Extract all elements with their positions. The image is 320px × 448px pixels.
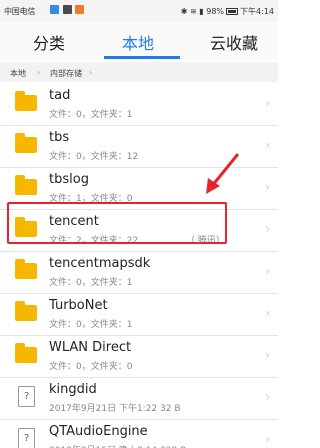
- item-meta: 2017年9月21日 下午1:22 32 B: [49, 404, 181, 414]
- chevron-right-icon: ›: [265, 96, 270, 110]
- battery-icon: [226, 8, 239, 15]
- item-name: tbslog: [49, 172, 89, 187]
- folder-icon: [15, 343, 37, 363]
- breadcrumb-root[interactable]: 本地: [10, 68, 26, 79]
- file-icon: ?: [18, 386, 35, 407]
- app-notification-icon: [50, 5, 59, 14]
- bluetooth-icon: ✱: [180, 7, 188, 16]
- chevron-right-icon: ›: [265, 180, 270, 194]
- item-meta: 文件：0，文件夹：12: [49, 152, 139, 162]
- chevron-right-icon: ›: [37, 68, 41, 77]
- chevron-right-icon: ›: [265, 348, 270, 362]
- item-name: QTAudioEngine: [49, 424, 148, 439]
- folder-icon: [15, 301, 37, 321]
- item-meta: 文件：0，文件夹：0: [49, 362, 133, 372]
- folder-icon: [15, 91, 37, 111]
- alert-notification-icon: [75, 5, 85, 14]
- item-name: tad: [49, 88, 71, 103]
- item-name: tbs: [49, 130, 70, 145]
- status-icons: [50, 5, 85, 14]
- clock: 下午4:14: [240, 7, 274, 16]
- folder-icon: [15, 259, 37, 279]
- tab-category[interactable]: 分类: [33, 30, 65, 54]
- signal-icon: ▮: [199, 7, 204, 16]
- chevron-right-icon: ›: [265, 138, 270, 152]
- list-item[interactable]: tad 文件：0，文件夹：1 ›: [0, 84, 278, 126]
- tab-cloud-favorites[interactable]: 云收藏: [210, 30, 258, 54]
- annotation-arrow-icon: [206, 153, 240, 194]
- chevron-right-icon: ›: [265, 390, 270, 404]
- battery-percent: 98%: [206, 7, 225, 16]
- list-item[interactable]: tencentmapsdk 文件：0，文件夹：1 ›: [0, 252, 278, 294]
- item-name: TurboNet: [49, 298, 108, 313]
- item-meta: 2018年2月15日 晚上8:14 328 B: [49, 443, 186, 448]
- file-icon: ?: [18, 428, 35, 448]
- list-item[interactable]: WLAN Direct 文件：0，文件夹：0 ›: [0, 336, 278, 378]
- folder-icon: [15, 175, 37, 195]
- chevron-right-icon: ›: [265, 222, 270, 236]
- tab-local[interactable]: 本地: [122, 30, 154, 54]
- chevron-right-icon: ›: [265, 432, 270, 446]
- chevron-right-icon: ›: [265, 306, 270, 320]
- status-bar: 中国电信 ✱ ≋ ▮ 98% 下午4:14: [0, 0, 278, 22]
- item-name: kingdid: [49, 382, 97, 397]
- list-item[interactable]: TurboNet 文件：0，文件夹：1 ›: [0, 294, 278, 336]
- breadcrumb-current[interactable]: 内部存储: [50, 68, 82, 79]
- carrier-label: 中国电信: [4, 7, 36, 16]
- tab-bar: 分类 本地 云收藏: [0, 22, 278, 60]
- item-meta: 文件：0，文件夹：1: [49, 110, 133, 120]
- active-tab-indicator: [104, 56, 180, 59]
- message-notification-icon: [62, 5, 72, 14]
- item-meta: 文件：0，文件夹：1: [49, 278, 133, 288]
- folder-icon: [15, 133, 37, 153]
- item-name: WLAN Direct: [49, 340, 132, 355]
- wifi-icon: ≋: [190, 7, 197, 16]
- item-meta: 文件：0，文件夹：1: [49, 320, 133, 330]
- chevron-right-icon: ›: [265, 264, 270, 278]
- status-right: ✱ ≋ ▮ 98% 下午4:14: [181, 6, 274, 17]
- highlight-box: [7, 202, 227, 244]
- chevron-right-icon: ›: [89, 68, 93, 77]
- list-item[interactable]: ? kingdid 2017年9月21日 下午1:22 32 B ›: [0, 378, 278, 420]
- list-item[interactable]: ? QTAudioEngine 2018年2月15日 晚上8:14 328 B ›: [0, 420, 278, 448]
- breadcrumb: 本地 › 内部存储 ›: [0, 62, 278, 82]
- item-name: tencentmapsdk: [49, 256, 151, 271]
